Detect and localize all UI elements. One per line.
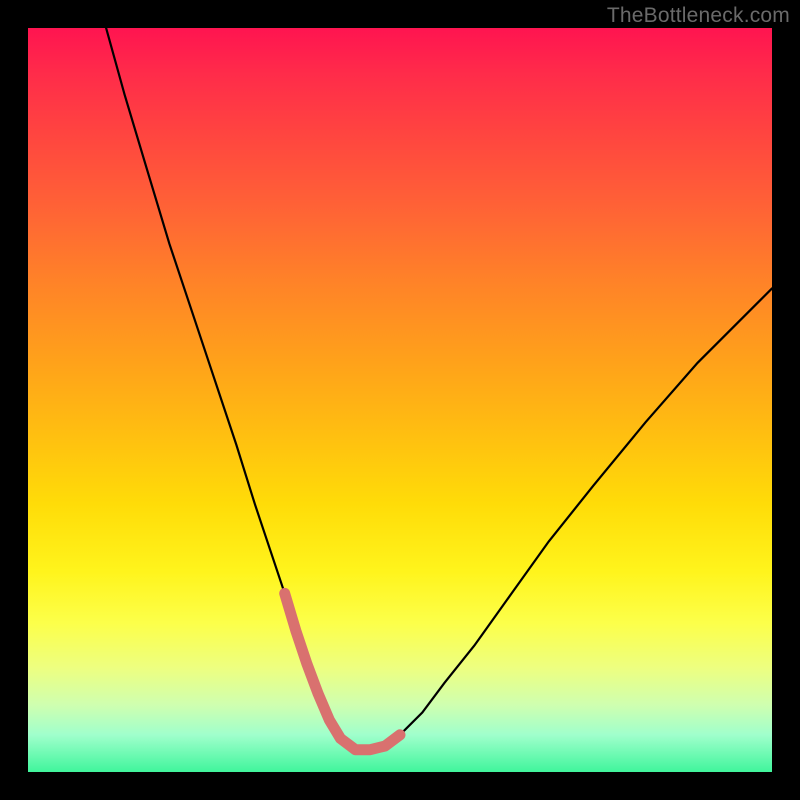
watermark-text: TheBottleneck.com xyxy=(607,4,790,28)
chart-area xyxy=(28,28,772,772)
chart-svg xyxy=(28,28,772,772)
trough-highlight xyxy=(285,593,400,749)
main-curve xyxy=(106,28,772,750)
